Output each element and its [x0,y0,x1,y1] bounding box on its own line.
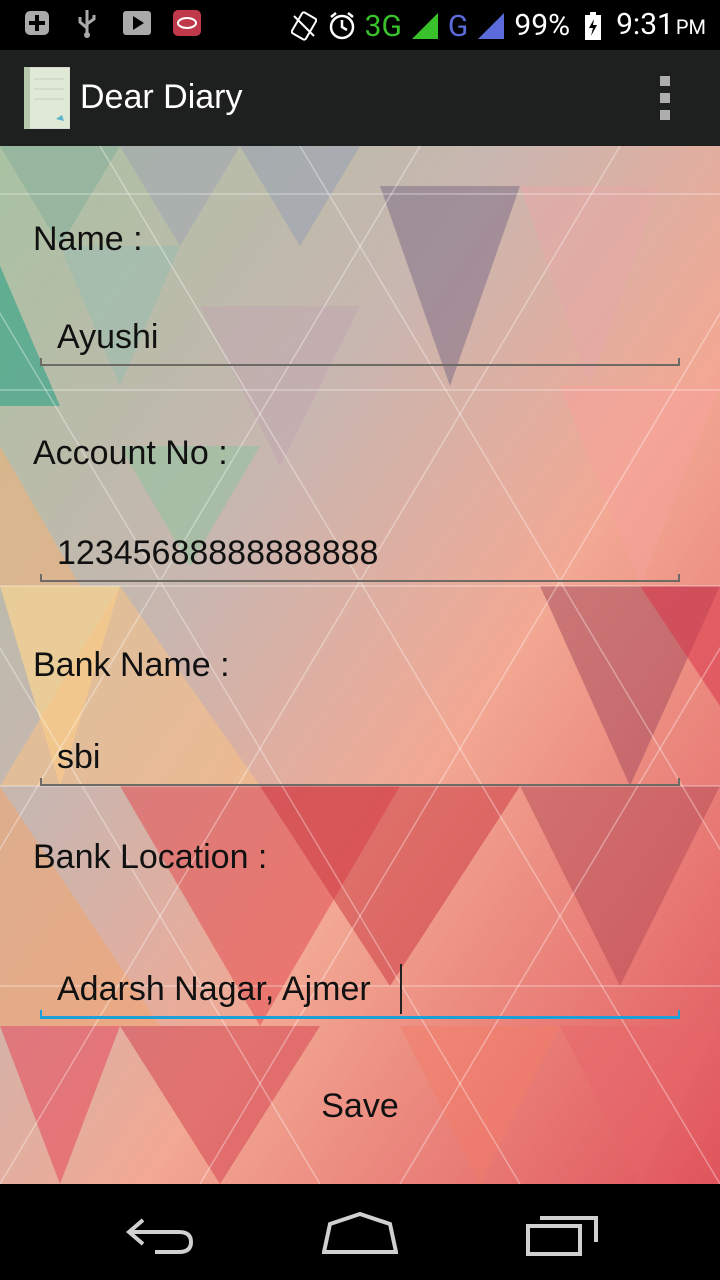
bank-name-field-underline [40,778,680,786]
account-field-underline [40,574,680,582]
text-cursor [400,964,402,1014]
alarm-icon [327,11,357,41]
signal-icon [410,11,440,41]
bank-location-label: Bank Location : [33,838,268,876]
recents-icon[interactable] [512,1204,612,1264]
battery-percent: 99% [514,8,571,43]
bank-name-field[interactable]: sbi [57,738,100,777]
status-bar: 3G G 99% 9:31 PM [0,0,720,50]
action-bar: Dear Diary [0,50,720,147]
overflow-menu-icon[interactable] [658,76,672,120]
bank-name-label: Bank Name : [33,646,230,684]
save-button[interactable]: Save [260,1076,460,1136]
navigation-bar [0,1184,720,1280]
bank-location-field-underline [40,1010,680,1019]
play-icon [122,8,152,38]
add-icon [22,8,52,38]
account-label: Account No : [33,434,228,472]
signal-2-icon [476,11,506,41]
network-g-label: G [447,8,469,44]
usb-icon [72,8,102,38]
app-notification-icon [172,8,202,38]
app-title: Dear Diary [80,78,243,116]
name-field-underline [40,358,680,366]
battery-icon [578,11,608,41]
name-label: Name : [33,220,143,258]
network-3g-label: 3G [364,8,402,44]
diary-form: Name : Ayushi Account No : 1234568888888… [0,146,720,1184]
account-field[interactable]: 12345688888888888 [57,534,378,573]
diary-app-icon[interactable] [23,66,71,130]
name-field[interactable]: Ayushi [57,318,158,357]
no-sim-icon [289,11,319,41]
back-icon[interactable] [110,1204,210,1264]
bank-location-field[interactable]: Adarsh Nagar, Ajmer [57,970,371,1009]
clock-time: 9:31 PM [616,7,706,42]
home-icon[interactable] [310,1204,410,1264]
